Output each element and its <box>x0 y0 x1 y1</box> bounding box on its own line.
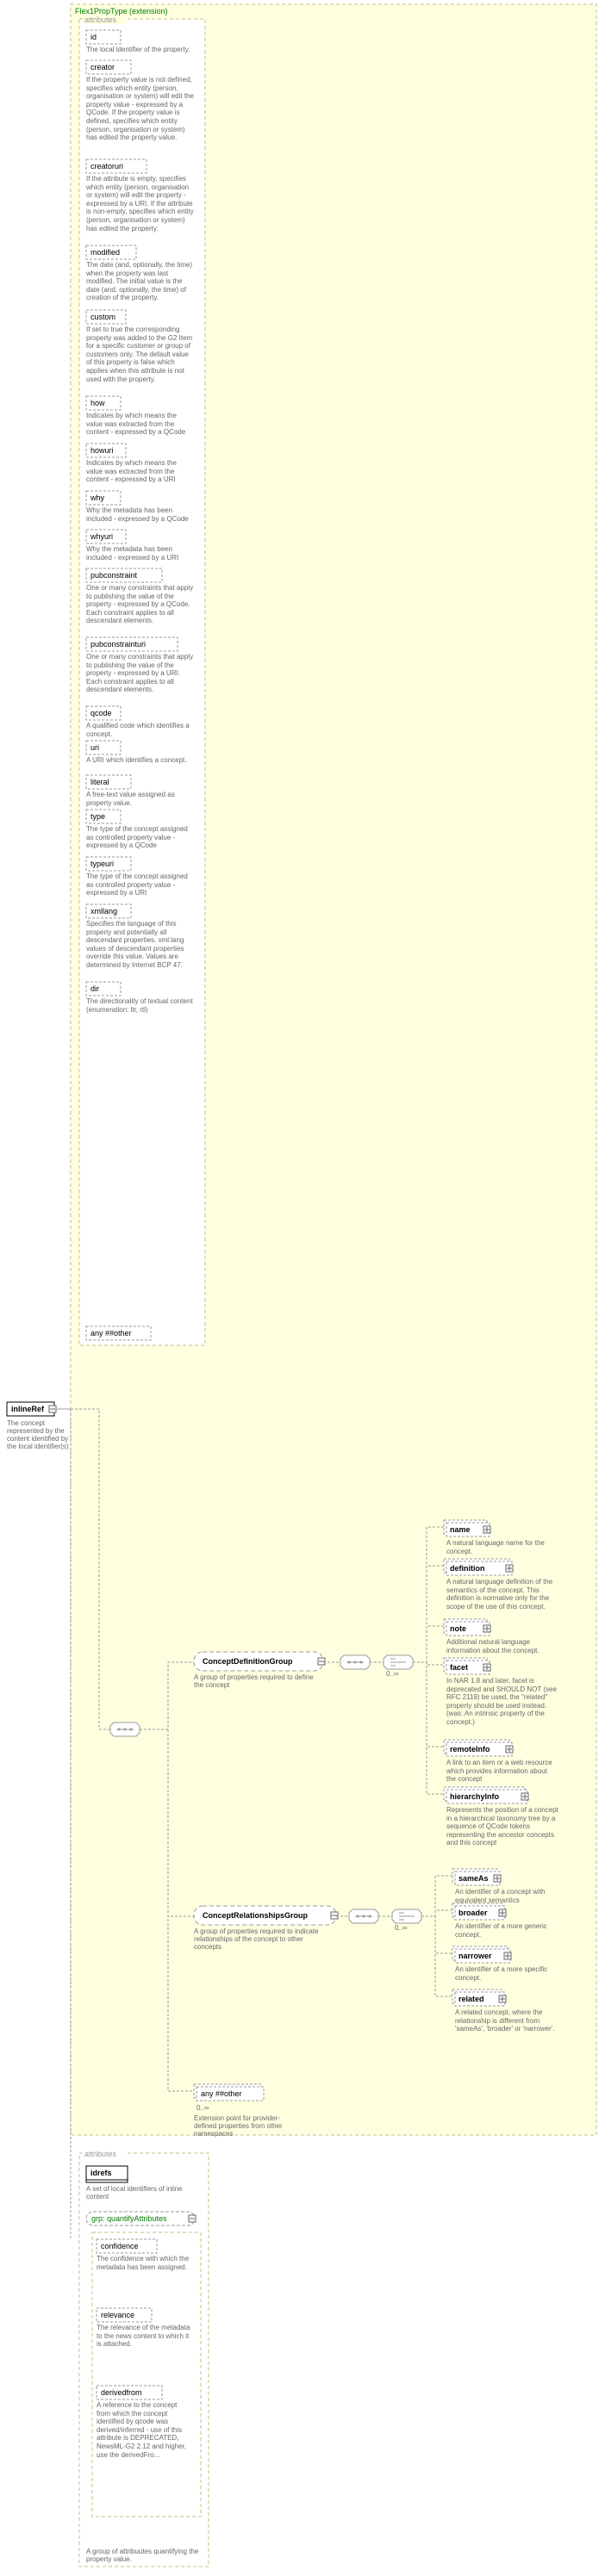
concept-definition-group: ConceptDefinitionGroup A group of proper… <box>194 1652 325 1699</box>
svg-text:name: name <box>450 1525 471 1534</box>
sequence-indicator <box>110 1723 140 1736</box>
svg-text:custom: custom <box>90 313 115 321</box>
sequence-indicator <box>349 1909 378 1923</box>
svg-text:modified: modified <box>90 248 120 257</box>
svg-text:creator: creator <box>90 63 115 71</box>
svg-text:derivedfrom: derivedfrom <box>101 2388 142 2397</box>
svg-text:pubconstraint: pubconstraint <box>90 571 138 580</box>
svg-text:0..∞: 0..∞ <box>395 1924 408 1932</box>
svg-text:related: related <box>458 1995 484 2003</box>
svg-text:0..∞: 0..∞ <box>386 1670 399 1678</box>
choice-indicator <box>384 1655 413 1669</box>
svg-text:ConceptDefinitionGroup: ConceptDefinitionGroup <box>203 1657 293 1666</box>
svg-text:remoteInfo: remoteInfo <box>450 1745 490 1754</box>
any-other-attr: any ##other <box>86 1326 151 1340</box>
svg-text:any ##other: any ##other <box>90 1329 132 1338</box>
attr-pubconstrainturi: pubconstrainturiOne or many constraints … <box>86 637 194 705</box>
choice-indicator <box>392 1909 421 1923</box>
svg-text:broader: broader <box>458 1909 488 1917</box>
svg-text:typeuri: typeuri <box>90 860 114 868</box>
svg-text:attributes: attributes <box>84 16 117 24</box>
svg-text:sameAs: sameAs <box>458 1874 489 1883</box>
concept-relationships-group: ConceptRelationshipsGroup A group of pro… <box>194 1906 338 1958</box>
root-node: inlineRef The concept represented by the… <box>7 1402 76 1454</box>
svg-text:pubconstrainturi: pubconstrainturi <box>90 640 146 649</box>
svg-text:relevance: relevance <box>101 2311 134 2319</box>
svg-text:id: id <box>90 33 97 41</box>
svg-text:uri: uri <box>90 743 99 752</box>
svg-text:0..∞: 0..∞ <box>196 2104 209 2112</box>
svg-text:dir: dir <box>90 984 99 993</box>
svg-text:type: type <box>90 812 105 821</box>
svg-text:narrower: narrower <box>458 1952 492 1960</box>
quantify-attrs-list: confidenceThe confidence with which the … <box>97 2239 191 2479</box>
svg-text:note: note <box>450 1624 466 1633</box>
type-link[interactable]: Flex1PropType (extension) <box>75 7 168 16</box>
svg-text:literal: literal <box>90 778 109 786</box>
svg-text:howuri: howuri <box>90 446 114 455</box>
svg-text:how: how <box>90 399 105 407</box>
svg-text:ConceptRelationshipsGroup: ConceptRelationshipsGroup <box>203 1911 309 1920</box>
svg-text:inlineRef: inlineRef <box>11 1405 45 1413</box>
svg-text:xmllang: xmllang <box>90 907 117 916</box>
svg-text:hierarchyInfo: hierarchyInfo <box>450 1792 500 1801</box>
sequence-indicator <box>340 1655 370 1669</box>
svg-text:whyuri: whyuri <box>90 532 113 541</box>
svg-text:creatoruri: creatoruri <box>90 162 123 171</box>
svg-text:facet: facet <box>450 1663 468 1672</box>
svg-text:why: why <box>90 493 105 502</box>
svg-text:any ##other: any ##other <box>201 2089 242 2098</box>
svg-text:idrefs: idrefs <box>90 2169 112 2177</box>
svg-text:grp: quantifyAttributes[interactable]: grp: quantifyAttributes <box>91 2214 167 2223</box>
svg-text:confidence: confidence <box>101 2242 139 2250</box>
diagram-root: inlineRef The concept represented by the… <box>0 0 605 2576</box>
svg-text:qcode: qcode <box>90 709 112 717</box>
svg-text:attributes: attributes <box>84 2150 117 2158</box>
svg-text:definition: definition <box>450 1564 485 1573</box>
